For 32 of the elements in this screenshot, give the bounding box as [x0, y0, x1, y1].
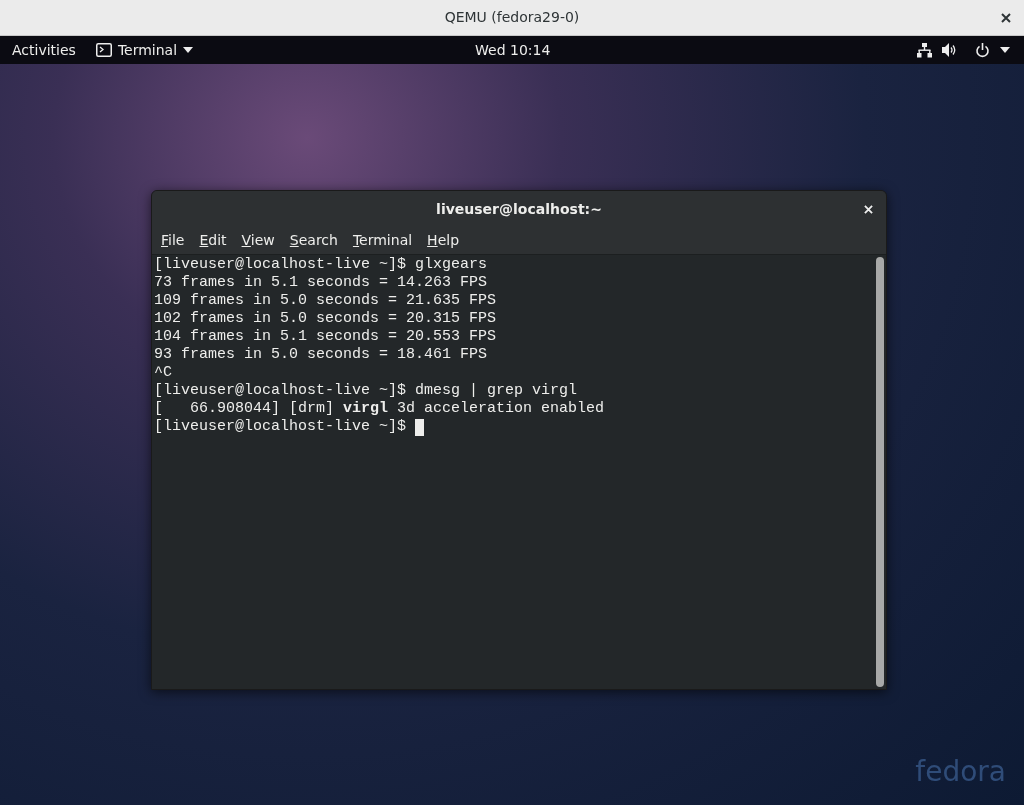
text-cursor: [415, 418, 425, 436]
caret-icon: [183, 47, 194, 53]
window-title: QEMU (fedora29-0): [444, 8, 580, 27]
terminal-line: 102 frames in 5.0 seconds = 20.315 FPS: [154, 310, 497, 328]
terminal-icon: [95, 43, 112, 57]
activities-button[interactable]: Activities: [0, 36, 88, 64]
terminal-line: 93 frames in 5.0 seconds = 18.461 FPS: [154, 346, 488, 364]
terminal-line: [liveuser@localhost-live ~]$ glxgears: [154, 256, 488, 274]
terminal-line: 109 frames in 5.0 seconds = 21.635 FPS: [154, 292, 497, 310]
terminal-line: [liveuser@localhost-live ~]$ dmesg | grep virgl: [154, 382, 578, 400]
menu-item[interactable]: Help: [420, 230, 467, 251]
app-menu[interactable]: Terminal: [87, 36, 202, 64]
terminal-line: [liveuser@localhost-live ~]$: [154, 418, 408, 436]
close-icon: [863, 204, 873, 214]
terminal-line: ^C: [154, 364, 172, 382]
power-icon[interactable]: [975, 42, 990, 58]
network-icon[interactable]: [917, 42, 932, 58]
menu-item[interactable]: Edit: [192, 230, 234, 251]
close-icon: [1001, 13, 1011, 23]
menu-item[interactable]: Search: [282, 230, 345, 251]
clock[interactable]: Wed 10:14: [475, 36, 551, 64]
caret-icon[interactable]: [1000, 47, 1010, 53]
menu-item[interactable]: View: [234, 230, 282, 251]
scrollbar[interactable]: [876, 257, 884, 687]
terminal-line: 104 frames in 5.1 seconds = 20.553 FPS: [154, 328, 497, 346]
terminal-line: 73 frames in 5.1 seconds = 14.263 FPS: [154, 274, 488, 292]
fedora-logo: fedora: [915, 754, 1006, 790]
menu-item[interactable]: Terminal: [345, 230, 420, 251]
terminal-title: liveuser@localhost:~: [436, 199, 602, 219]
terminal-line: [ 66.908044] [drm] virgl 3d acceleration enabled: [154, 400, 605, 418]
menu-item[interactable]: File: [154, 230, 192, 251]
volume-icon[interactable]: [942, 43, 957, 57]
